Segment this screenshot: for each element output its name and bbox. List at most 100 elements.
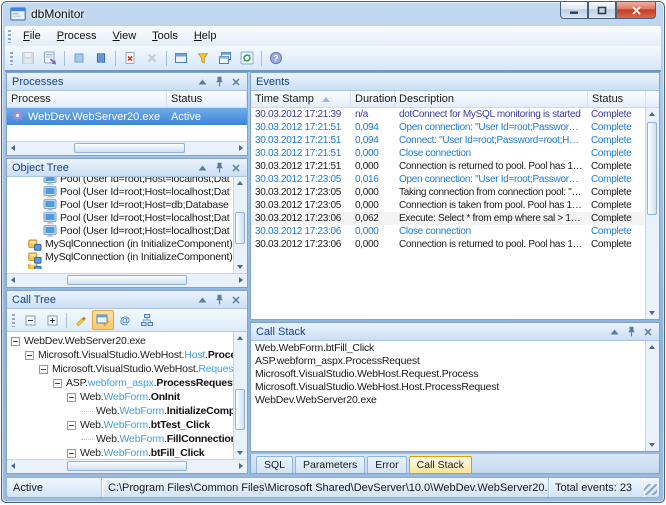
collapse-box-icon[interactable] [25,350,34,360]
event-row[interactable]: 30.03.2012 17:21:39 n/a dotConnect for MyS… [251,108,645,121]
event-row[interactable]: 30.03.2012 17:21:51 0,094 Open connection:… [251,121,645,134]
scroll-left-icon[interactable] [11,277,15,283]
call-stack-line[interactable]: WebDev.WebServer20.exe [251,394,645,407]
call-tree-item[interactable]: Microsoft.VisualStudio.WebHost.Request.P… [7,362,233,376]
menu-tools[interactable]: Tools [144,28,186,44]
event-row[interactable]: 30.03.2012 17:21:51 0,000 Connection is re… [251,160,645,173]
call-stack-line[interactable]: ASP.webform_aspx.ProcessRequest [251,355,645,368]
event-row[interactable]: 30.03.2012 17:21:51 0,094 Connect: "User I… [251,134,645,147]
pause-button[interactable] [90,48,112,68]
call-stack-vscrollbar[interactable] [645,341,659,451]
stop-button[interactable] [68,48,90,68]
call-stack-line[interactable]: Web.WebForm.btFill_Click [251,342,645,355]
call-tree-item[interactable]: Web.WebForm.InitializeComponent [7,404,233,418]
event-row[interactable]: 30.03.2012 17:23:06 0,062 Execute: Select … [251,212,645,225]
object-tree-hscrollbar[interactable] [7,273,247,287]
at-button[interactable]: @ [114,310,136,330]
call-tree-item[interactable]: Web. WebForm. OnInit [7,390,233,404]
collapse-box-icon[interactable] [53,378,62,388]
collapse-all-button[interactable] [19,310,41,330]
column-status[interactable]: Status [588,91,646,107]
scroll-thumb[interactable] [647,122,657,215]
scroll-left-icon[interactable] [11,145,15,151]
scroll-thumb[interactable] [74,143,185,153]
close-icon[interactable] [230,76,242,88]
save-button[interactable] [17,48,39,68]
call-tree-item[interactable]: ASP. webform_aspx. ProcessRequest [7,376,233,390]
menu-view[interactable]: View [105,28,145,44]
event-row[interactable]: 30.03.2012 17:23:05 0,000 Taking connectio… [251,186,645,199]
collapse-box-icon[interactable] [11,336,20,346]
scroll-thumb[interactable] [67,275,187,285]
event-row[interactable]: 30.03.2012 17:23:05 0,016 Open connection:… [251,173,645,186]
call-tree-item[interactable]: Web.WebForm.FillConnectionString [7,432,233,446]
event-row[interactable]: 30.03.2012 17:23:05 0,000 Connection is ta… [251,199,645,212]
clear-button[interactable] [119,48,141,68]
object-tree-item[interactable]: Pool (User Id=root;Host=localhost;Dat [7,177,233,186]
scroll-right-icon[interactable] [239,463,243,469]
column-time-stamp[interactable]: Time Stamp [251,91,351,107]
object-tree-item[interactable] [7,264,233,269]
expand-all-button[interactable] [41,310,63,330]
collapse-box-icon[interactable] [67,420,76,430]
pin-icon[interactable] [213,162,225,174]
refresh-button[interactable] [236,48,258,68]
scroll-down-icon[interactable] [237,451,243,455]
event-row[interactable]: 30.03.2012 17:21:51 0,000 Close connection… [251,147,645,160]
collapse-icon[interactable] [608,326,620,338]
options-window-button[interactable] [170,48,192,68]
close-icon[interactable] [642,326,654,338]
collapse-box-icon[interactable] [67,392,76,402]
close-icon[interactable] [230,162,242,174]
scroll-thumb[interactable] [67,461,187,471]
scroll-thumb[interactable] [235,211,245,245]
object-tree-item[interactable]: Pool (User Id=root;Host=localhost;Dat [7,212,233,225]
export-button[interactable] [39,48,61,68]
scroll-up-icon[interactable] [649,345,655,349]
help-button[interactable]: ? [265,48,287,68]
event-row[interactable]: 30.03.2012 17:23:06 0,000 Close connection… [251,225,645,238]
column-description[interactable]: Description [395,91,588,107]
events-vscrollbar[interactable] [645,108,659,319]
maximize-button[interactable] [588,2,616,19]
tab-error[interactable]: Error [367,456,407,473]
edit-calls-button[interactable] [92,310,114,330]
pin-icon[interactable] [625,326,637,338]
menu-help[interactable]: Help [186,28,225,44]
scroll-right-icon[interactable] [239,145,243,151]
close-x-button[interactable] [141,48,163,68]
pin-icon[interactable] [213,294,225,306]
call-stack-line[interactable]: Microsoft.VisualStudio.WebHost.Host.Proc… [251,381,645,394]
event-row[interactable]: 30.03.2012 17:23:06 0,000 Connection is re… [251,238,645,251]
collapse-box-icon[interactable] [39,364,48,374]
scroll-down-icon[interactable] [649,311,655,315]
call-tree-vscrollbar[interactable] [233,332,247,459]
object-tree-item[interactable]: MySqlConnection (in InitializeComponent) [7,251,233,264]
tab-sql[interactable]: SQL [256,456,294,473]
column-status[interactable]: Status [167,91,247,107]
scroll-thumb[interactable] [235,389,245,430]
tab-call-stack[interactable]: Call Stack [408,456,472,473]
close-icon[interactable] [230,294,242,306]
call-stack-line[interactable]: Microsoft.VisualStudio.WebHost.Request.P… [251,368,645,381]
collapse-icon[interactable] [196,162,208,174]
pin-icon[interactable] [213,76,225,88]
filter-button[interactable] [192,48,214,68]
close-button[interactable] [616,2,656,19]
scroll-right-icon[interactable] [239,277,243,283]
object-tree-vscrollbar[interactable] [233,177,247,273]
menu-process[interactable]: Process [49,28,105,44]
tab-parameters[interactable]: Parameters [295,456,366,473]
minimize-button[interactable] [560,2,588,19]
levels-button[interactable] [136,310,158,330]
scroll-left-icon[interactable] [11,463,15,469]
call-tree-item[interactable]: WebDev.WebServer20.exe [7,334,233,348]
scroll-up-icon[interactable] [649,112,655,116]
collapse-icon[interactable] [196,294,208,306]
scroll-down-icon[interactable] [237,265,243,269]
marker-button[interactable] [70,310,92,330]
processes-hscrollbar[interactable] [7,141,247,155]
scroll-down-icon[interactable] [649,443,655,447]
process-row[interactable]: WebDev.WebServer20.exe Active [7,108,247,125]
column-duration[interactable]: Duration [351,91,397,107]
